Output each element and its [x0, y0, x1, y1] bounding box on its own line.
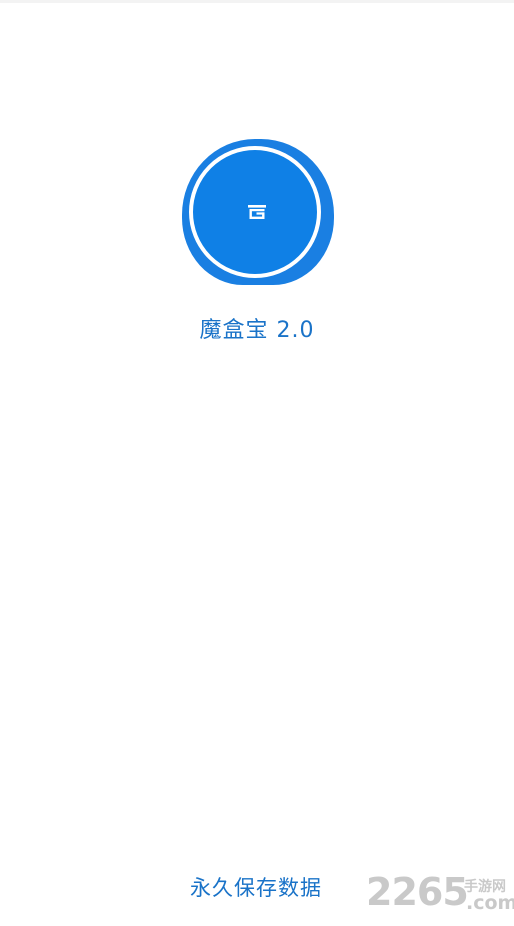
app-logo-icon: [182, 139, 334, 285]
watermark: 2265 手游网 .com: [366, 870, 514, 918]
footer-tagline: 永久保存数据: [190, 876, 322, 900]
watermark-number: 2265: [366, 870, 469, 914]
watermark-suffix: .com: [466, 892, 514, 914]
app-name: 魔盒宝 2.0: [199, 318, 315, 343]
status-bar-strip: [0, 0, 514, 3]
box-glyph-icon: [248, 205, 266, 219]
